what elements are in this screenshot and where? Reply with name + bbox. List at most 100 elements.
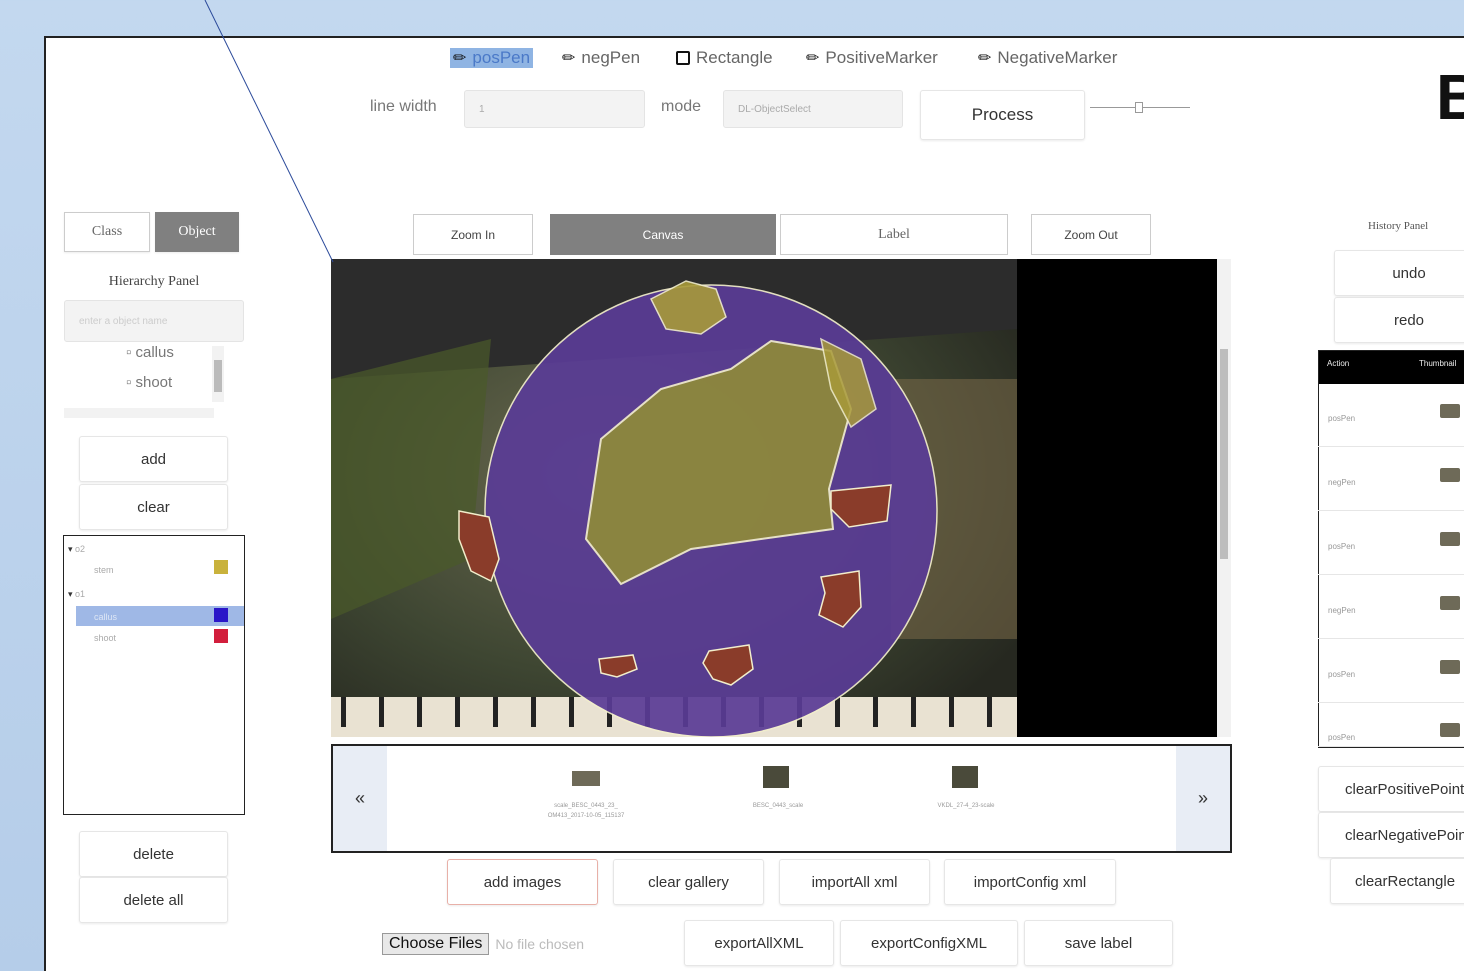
square-icon	[676, 51, 690, 65]
history-col-action: Action	[1327, 359, 1350, 368]
history-row-action: posPen	[1328, 670, 1356, 679]
history-row[interactable]: negPen	[1318, 576, 1464, 639]
annotation-canvas[interactable]	[331, 259, 1231, 737]
tool-negpen-label: negPen	[581, 48, 641, 67]
gallery-caption: scale_BESC_0443_23_ OM413_2017-10-05_115…	[547, 803, 625, 819]
save-label-button[interactable]: save label	[1024, 920, 1173, 966]
tree-group[interactable]: ▾ o2	[68, 544, 85, 555]
tool-rectangle[interactable]: Rectangle	[676, 46, 773, 70]
list-item[interactable]: ▫ callus	[126, 344, 174, 361]
pencil-icon: ✏	[806, 50, 820, 67]
list-item-label: shoot	[135, 374, 173, 391]
list-hscrollbar[interactable]	[64, 408, 214, 418]
delete-button[interactable]: delete	[79, 831, 228, 877]
history-thumbnail	[1440, 468, 1460, 482]
threshold-slider[interactable]	[1090, 102, 1190, 114]
history-title: History Panel	[1368, 220, 1429, 232]
history-row-action: negPen	[1328, 478, 1356, 487]
object-tree[interactable]: ▾ o2 stem ▾ o1 callus shoot	[63, 535, 245, 815]
export-config-xml-button[interactable]: exportConfigXML	[840, 920, 1018, 966]
history-row[interactable]: negPen	[1318, 448, 1464, 511]
list-item-label: callus	[135, 344, 174, 361]
history-row[interactable]: posPen	[1318, 703, 1464, 747]
tree-leaf[interactable]: shoot	[94, 633, 116, 643]
clear-positive-points-button[interactable]: clearPositivePoints	[1318, 766, 1464, 812]
tool-negative-marker-label: NegativeMarker	[997, 48, 1118, 67]
tool-pospen[interactable]: ✏ posPen	[450, 46, 534, 70]
redo-button[interactable]: redo	[1334, 297, 1464, 343]
file-status: No file chosen	[495, 936, 585, 952]
object-list[interactable]: ▫ callus ▫ shoot	[64, 344, 228, 422]
import-all-xml-button[interactable]: importAll xml	[779, 859, 930, 905]
hierarchy-title: Hierarchy Panel	[108, 274, 200, 289]
color-swatch	[214, 629, 228, 643]
history-thumbnail	[1440, 723, 1460, 737]
history-thumbnail	[1440, 532, 1460, 546]
tree-leaf[interactable]: stem	[94, 565, 114, 575]
history-row-action: posPen	[1328, 414, 1356, 423]
export-all-xml-button[interactable]: exportAllXML	[684, 920, 834, 966]
tree-group[interactable]: ▾ o1	[68, 589, 85, 600]
object-name-input[interactable]: enter a object name	[64, 300, 244, 342]
gallery-caption: VKDL_27-4_23-scale	[937, 803, 995, 809]
gallery-caption: BESC_0443_scale	[752, 803, 804, 809]
history-row-action: posPen	[1328, 733, 1356, 742]
history-row[interactable]: posPen	[1318, 640, 1464, 703]
tool-negpen[interactable]: ✏ negPen	[562, 46, 640, 70]
add-button[interactable]: add	[79, 436, 228, 482]
gallery-thumbnail[interactable]	[952, 766, 978, 788]
file-input[interactable]: Choose Files No file chosen	[382, 932, 584, 956]
clear-negative-points-button[interactable]: clearNegativePoints	[1318, 812, 1464, 858]
gallery-thumbnail[interactable]	[763, 766, 789, 788]
line-width-input[interactable]: 1	[464, 90, 645, 128]
zoom-out-button[interactable]: Zoom Out	[1031, 214, 1151, 255]
line-width-label: line width	[370, 98, 437, 115]
tree-group-label: o1	[75, 589, 86, 599]
history-header: Action Thumbnail	[1319, 351, 1464, 384]
tool-positive-marker[interactable]: ✏ PositiveMarker	[806, 46, 938, 70]
mode-label: mode	[661, 98, 702, 115]
gallery-prev-button[interactable]: «	[333, 746, 387, 851]
panel-letter: B	[1436, 61, 1464, 133]
tool-pospen-label: posPen	[472, 48, 531, 67]
tab-canvas[interactable]: Canvas	[550, 214, 776, 255]
history-col-thumbnail: Thumbnail	[1419, 359, 1457, 368]
list-item[interactable]: ▫ shoot	[126, 374, 172, 391]
gallery-next-button[interactable]: »	[1176, 746, 1230, 851]
tab-label[interactable]: Label	[780, 214, 1008, 255]
history-thumbnail	[1440, 404, 1460, 418]
tab-class[interactable]: Class	[64, 212, 150, 252]
undo-button[interactable]: undo	[1334, 250, 1464, 296]
tree-group-label: o2	[75, 544, 86, 554]
tool-rectangle-label: Rectangle	[696, 48, 773, 67]
import-config-xml-button[interactable]: importConfig xml	[944, 859, 1116, 905]
mode-select[interactable]: DL-ObjectSelect	[723, 90, 903, 128]
history-thumbnail	[1440, 660, 1460, 674]
color-swatch	[214, 608, 228, 622]
tool-positive-marker-label: PositiveMarker	[825, 48, 938, 67]
gallery-thumbnail[interactable]	[572, 771, 600, 786]
tree-leaf[interactable]: callus	[94, 612, 117, 622]
color-swatch	[214, 560, 228, 574]
pencil-icon: ✏	[978, 50, 992, 67]
history-thumbnail	[1440, 596, 1460, 610]
history-row[interactable]: posPen	[1318, 384, 1464, 447]
tab-object[interactable]: Object	[155, 212, 239, 252]
history-row[interactable]: posPen	[1318, 512, 1464, 575]
clear-button[interactable]: clear	[79, 484, 228, 530]
zoom-in-button[interactable]: Zoom In	[413, 214, 533, 255]
history-row-action: negPen	[1328, 606, 1356, 615]
canvas-scrollbar[interactable]	[1217, 259, 1231, 737]
add-images-button[interactable]: add images	[447, 859, 598, 905]
delete-all-button[interactable]: delete all	[79, 877, 228, 923]
history-row-action: posPen	[1328, 542, 1356, 551]
canvas-image	[331, 259, 1017, 737]
list-scrollbar[interactable]	[212, 346, 224, 402]
choose-files-button[interactable]: Choose Files	[382, 933, 490, 955]
tool-negative-marker[interactable]: ✏ NegativeMarker	[978, 46, 1117, 70]
pencil-icon: ✏	[453, 50, 467, 67]
clear-gallery-button[interactable]: clear gallery	[613, 859, 764, 905]
image-gallery: « » scale_BESC_0443_23_ OM413_2017-10-05…	[331, 744, 1232, 853]
clear-rectangle-button[interactable]: clearRectangle	[1330, 858, 1464, 904]
process-button[interactable]: Process	[920, 90, 1085, 140]
